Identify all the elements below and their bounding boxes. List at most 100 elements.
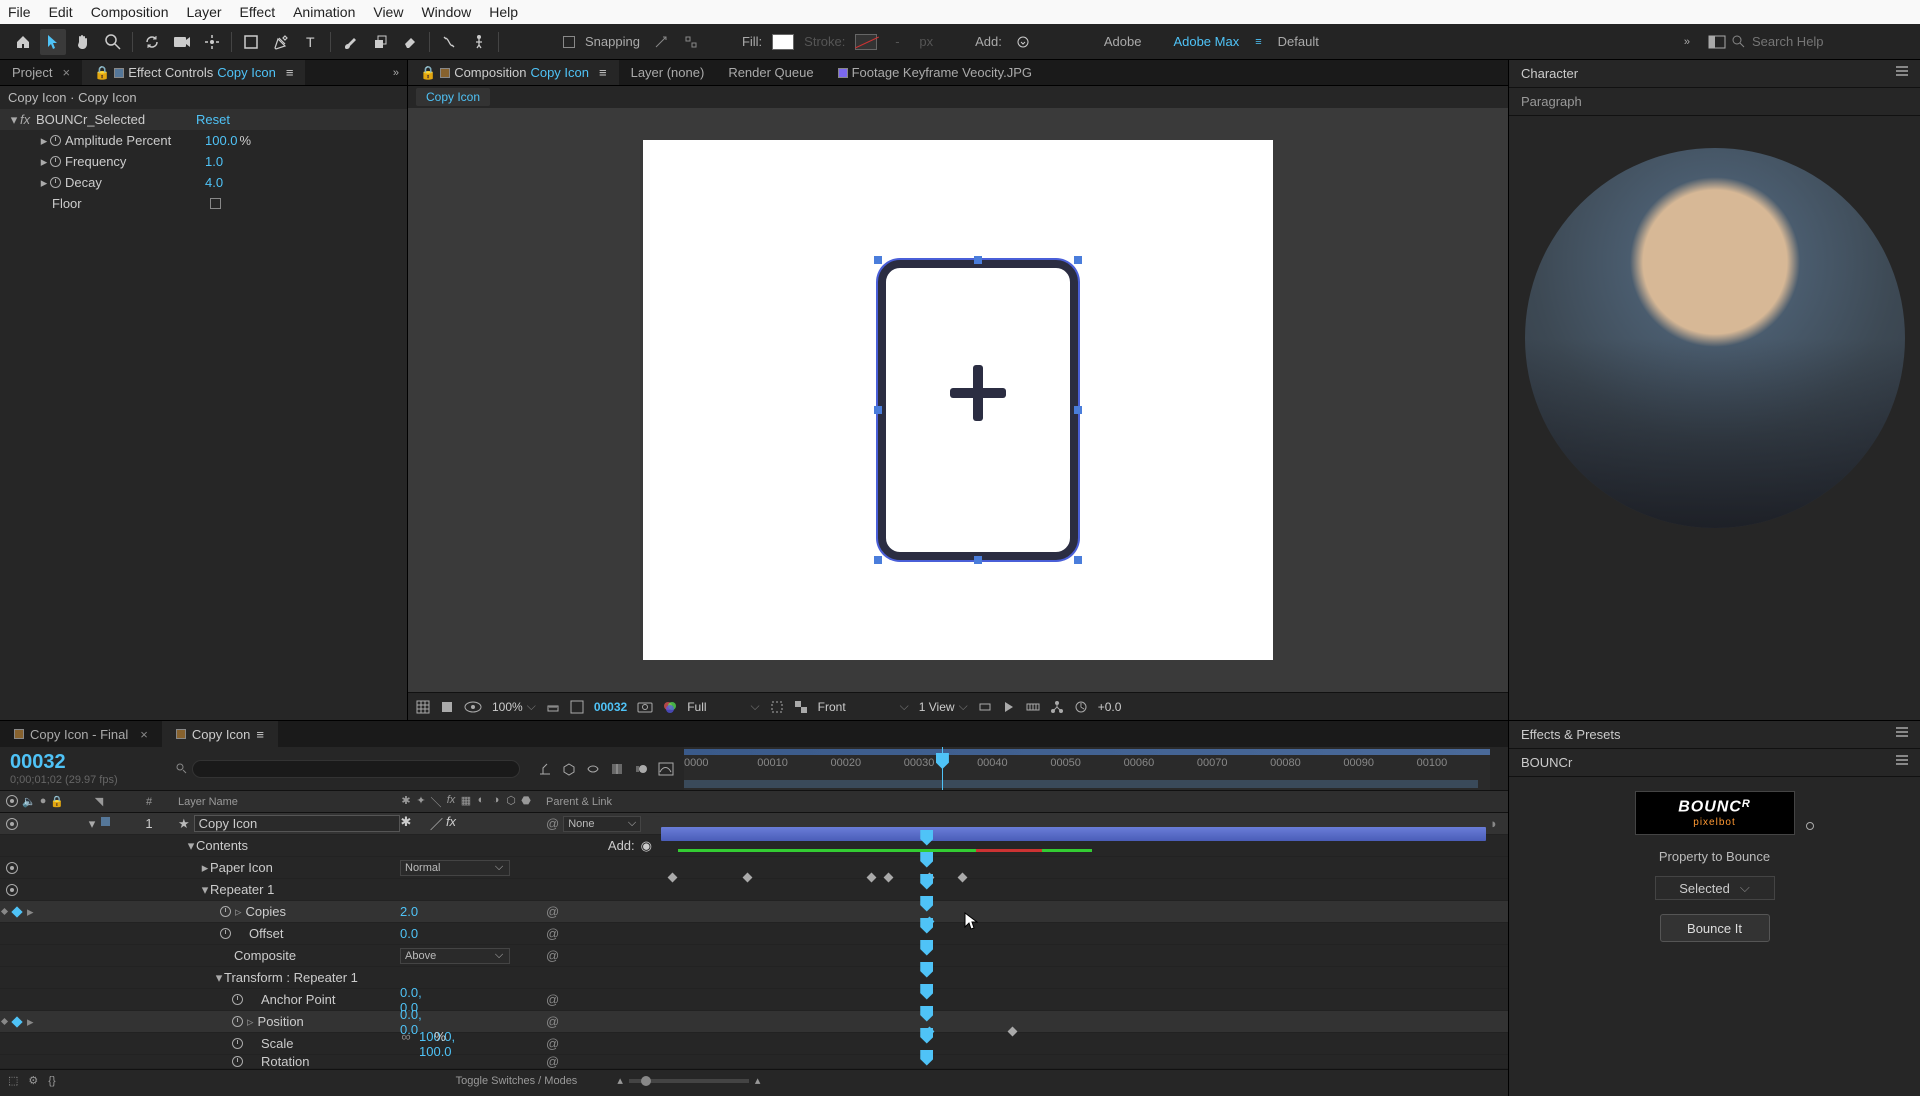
puppet-tool-icon[interactable] bbox=[466, 29, 492, 55]
twirl-icon[interactable]: ▸ bbox=[38, 175, 50, 191]
close-icon[interactable]: × bbox=[140, 727, 148, 742]
add-keyframe-icon[interactable] bbox=[11, 906, 22, 917]
stopwatch-icon[interactable] bbox=[50, 156, 61, 167]
pickwhip-icon[interactable]: @ bbox=[546, 816, 559, 831]
menu-animation[interactable]: Animation bbox=[293, 4, 355, 20]
paper-icon-row[interactable]: ▸Paper Icon Normal⌵ bbox=[0, 857, 1508, 879]
expression-enable-icon[interactable]: ▹ bbox=[235, 904, 242, 920]
snap-opt2-icon[interactable] bbox=[678, 29, 704, 55]
menu-layer[interactable]: Layer bbox=[187, 4, 222, 20]
next-keyframe-icon[interactable]: ▸ bbox=[27, 1014, 34, 1030]
solo-column-icon[interactable]: ● bbox=[40, 795, 47, 808]
orbit-tool-icon[interactable] bbox=[139, 29, 165, 55]
snapping-checkbox[interactable] bbox=[563, 36, 575, 48]
bouncr-panel-tab[interactable]: BOUNCr bbox=[1509, 749, 1920, 777]
label-column-icon[interactable]: ◥ bbox=[95, 796, 103, 808]
home-tool-icon[interactable] bbox=[10, 29, 36, 55]
roi-icon[interactable] bbox=[770, 700, 784, 714]
menu-window[interactable]: Window bbox=[421, 4, 471, 20]
menu-composition[interactable]: Composition bbox=[91, 4, 169, 20]
timeline-tab-copy[interactable]: Copy Icon≡ bbox=[162, 721, 278, 747]
render-toggle-icon[interactable]: ⬚ bbox=[8, 1074, 18, 1087]
add-shape-icon[interactable]: ◉ bbox=[641, 838, 652, 854]
flowchart-icon[interactable] bbox=[1050, 700, 1064, 714]
fx-icon[interactable]: fx bbox=[20, 112, 36, 127]
layer-tab[interactable]: Layer (none) bbox=[619, 60, 717, 85]
pixel-aspect-icon[interactable] bbox=[978, 700, 992, 714]
help-search[interactable] bbox=[1732, 34, 1912, 49]
playhead[interactable] bbox=[942, 747, 943, 790]
camera-dropdown[interactable]: Front ⌵ bbox=[818, 699, 909, 714]
reset-link[interactable]: Reset bbox=[196, 112, 230, 127]
twirl-icon[interactable]: ▾ bbox=[214, 970, 224, 986]
add-arrow-icon[interactable] bbox=[1010, 29, 1036, 55]
render-queue-tab[interactable]: Render Queue bbox=[716, 60, 825, 85]
resolution-dropdown[interactable]: Full ⌵ bbox=[687, 699, 759, 714]
breadcrumb-item[interactable]: Copy Icon bbox=[416, 88, 490, 106]
twirl-icon[interactable]: ▸ bbox=[38, 154, 50, 170]
pickwhip-icon[interactable]: @ bbox=[546, 904, 559, 919]
guides-icon[interactable] bbox=[570, 700, 584, 714]
text-tool-icon[interactable]: T bbox=[298, 29, 324, 55]
zoom-out-icon[interactable]: ▴ bbox=[617, 1074, 623, 1087]
effect-name[interactable]: BOUNCr_Selected bbox=[36, 112, 196, 127]
grid-icon[interactable] bbox=[416, 700, 430, 714]
reset-exposure-icon[interactable] bbox=[1074, 700, 1088, 714]
twirl-icon[interactable]: ▾ bbox=[8, 112, 20, 128]
layer-duration-bar[interactable] bbox=[661, 827, 1486, 841]
lock-column-icon[interactable]: 🔒 bbox=[50, 795, 64, 808]
pickwhip-icon[interactable]: @ bbox=[546, 1036, 559, 1051]
add-keyframe-icon[interactable] bbox=[11, 1016, 22, 1027]
constrain-icon[interactable]: ∞ bbox=[400, 1029, 412, 1059]
project-tab[interactable]: Project× bbox=[0, 60, 82, 85]
magnification-dropdown[interactable]: 100% ⌵ bbox=[492, 699, 536, 714]
clone-tool-icon[interactable] bbox=[367, 29, 393, 55]
panel-menu-icon[interactable]: ≡ bbox=[599, 65, 607, 80]
amplitude-value[interactable]: 100.0 bbox=[205, 133, 238, 148]
timeline-tab-final[interactable]: Copy Icon - Final× bbox=[0, 721, 162, 747]
workspace-adobemax[interactable]: Adobe Max bbox=[1173, 34, 1239, 49]
eraser-tool-icon[interactable] bbox=[397, 29, 423, 55]
pen-tool-icon[interactable] bbox=[268, 29, 294, 55]
panel-menu-icon[interactable] bbox=[1896, 727, 1908, 742]
overflow-icon[interactable]: » bbox=[1684, 36, 1690, 48]
panel-menu-icon[interactable]: ≡ bbox=[286, 65, 294, 80]
pickwhip-icon[interactable]: @ bbox=[546, 992, 559, 1007]
motion-blur-icon[interactable] bbox=[634, 762, 648, 776]
current-frame[interactable]: 00032 bbox=[594, 700, 627, 714]
offset-value[interactable]: 0.0 bbox=[400, 926, 412, 941]
hide-shy-icon[interactable] bbox=[586, 762, 600, 776]
layer-name-input[interactable]: Copy Icon bbox=[194, 815, 400, 832]
layer-switches-icon[interactable]: {} bbox=[48, 1075, 55, 1087]
panel-menu-icon[interactable] bbox=[1896, 66, 1908, 81]
visibility-toggle-icon[interactable] bbox=[6, 884, 18, 896]
visibility-toggle-icon[interactable] bbox=[6, 862, 18, 874]
rulers-icon[interactable] bbox=[546, 700, 560, 714]
composite-dropdown[interactable]: Above⌵ bbox=[400, 948, 510, 964]
prev-keyframe-icon[interactable] bbox=[1, 1018, 8, 1025]
panel-menu-icon[interactable]: ≡ bbox=[256, 727, 264, 742]
stopwatch-icon[interactable] bbox=[232, 1016, 243, 1027]
hand-tool-icon[interactable] bbox=[70, 29, 96, 55]
menu-effect[interactable]: Effect bbox=[240, 4, 276, 20]
effect-controls-tab[interactable]: 🔒 Effect Controls Copy Icon ≡ bbox=[82, 60, 305, 85]
prev-keyframe-icon[interactable] bbox=[1, 908, 8, 915]
comp-mini-flowchart-icon[interactable] bbox=[538, 762, 552, 776]
twirl-icon[interactable]: ▾ bbox=[186, 838, 196, 854]
fast-preview-icon[interactable] bbox=[1002, 700, 1016, 714]
anchor-row[interactable]: Anchor Point 0.0, 0.0 @ bbox=[0, 989, 1508, 1011]
roto-tool-icon[interactable] bbox=[436, 29, 462, 55]
parent-dropdown[interactable]: None⌵ bbox=[563, 816, 641, 832]
layer-search-input[interactable] bbox=[192, 760, 520, 778]
position-row[interactable]: ▸ ▹Position 0.0, 0.0 @ bbox=[0, 1011, 1508, 1033]
eye-column-icon[interactable] bbox=[6, 795, 18, 807]
decay-value[interactable]: 4.0 bbox=[205, 175, 223, 190]
next-keyframe-icon[interactable]: ▸ bbox=[27, 904, 34, 920]
toggle-switches-link[interactable]: Toggle Switches / Modes bbox=[456, 1075, 578, 1087]
paragraph-panel-tab[interactable]: Paragraph bbox=[1509, 88, 1920, 116]
menu-file[interactable]: File bbox=[8, 4, 31, 20]
label-swatch[interactable] bbox=[100, 816, 111, 827]
pickwhip-icon[interactable]: @ bbox=[546, 948, 559, 963]
time-ruler[interactable]: 0000000100002000030000400005000060000700… bbox=[684, 747, 1490, 790]
pickwhip-icon[interactable]: @ bbox=[546, 1014, 559, 1029]
